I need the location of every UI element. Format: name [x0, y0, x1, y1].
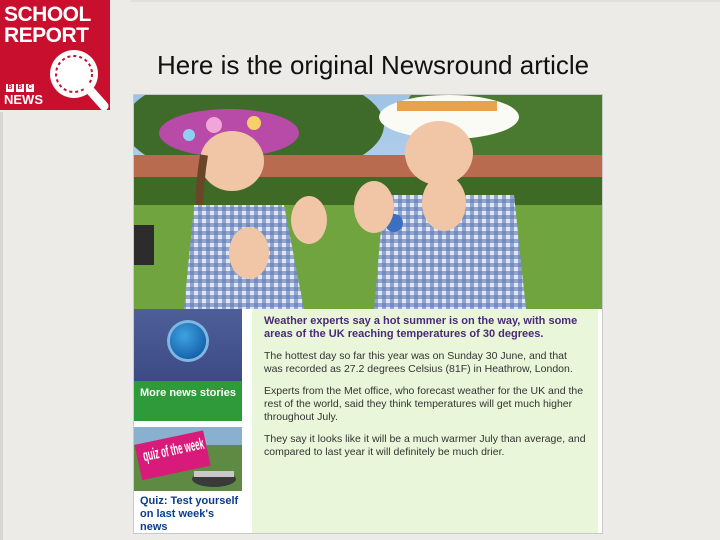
- globe-icon: [170, 323, 206, 359]
- quiz-caption-link[interactable]: Quiz: Test yourself on last week's news: [140, 495, 240, 533]
- article-body: Weather experts say a hot summer is on t…: [252, 309, 598, 533]
- slide-left-rule: [0, 112, 3, 540]
- article-paragraph: The hottest day so far this year was on …: [264, 350, 573, 375]
- slide-top-rule: [130, 0, 720, 2]
- logo-news: NEWS: [4, 92, 43, 107]
- more-news-link[interactable]: More news stories: [134, 381, 242, 421]
- slide-title: Here is the original Newsround article: [157, 50, 590, 80]
- school-report-logo: SCHOOL REPORT B B C NEWS: [0, 0, 110, 110]
- bbc-block-b1: B: [6, 84, 14, 92]
- quiz-of-the-week-image[interactable]: quiz of the week: [134, 427, 242, 491]
- microphone-icon: [50, 50, 109, 110]
- article-sidebar: More news stories quiz of the week Quiz:…: [134, 309, 242, 533]
- newsround-article: More news stories quiz of the week Quiz:…: [133, 94, 603, 534]
- bbc-block-c: C: [26, 84, 34, 92]
- logo-line-1: SCHOOL: [4, 3, 91, 26]
- article-photo: [134, 95, 602, 309]
- bbc-blocks: B B C: [6, 84, 34, 92]
- article-paragraph: They say it looks like it will be a much…: [264, 433, 586, 458]
- article-lead-paragraph: Weather experts say a hot summer is on t…: [264, 315, 578, 340]
- globe-panel[interactable]: [134, 309, 242, 381]
- bbc-block-b2: B: [16, 84, 24, 92]
- article-paragraph: Experts from the Met office, who forecas…: [264, 385, 584, 423]
- more-news-label: More news stories: [140, 387, 236, 399]
- article-content: More news stories quiz of the week Quiz:…: [134, 309, 602, 533]
